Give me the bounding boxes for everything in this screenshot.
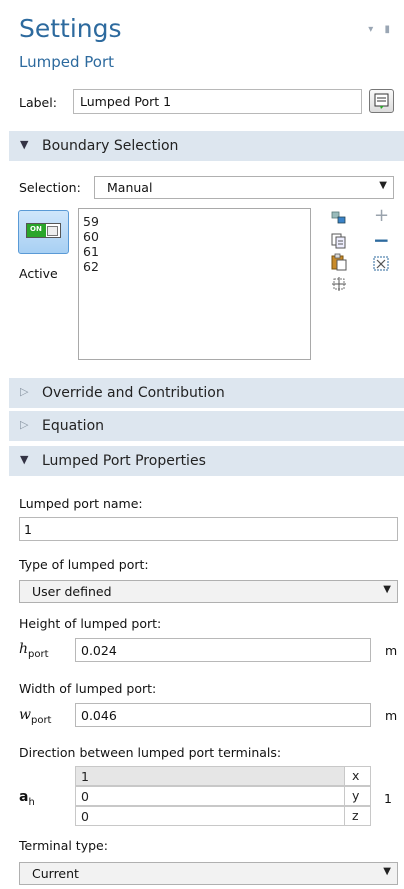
list-item[interactable]: 61: [83, 244, 99, 259]
clear-selection-icon[interactable]: [373, 256, 390, 272]
port-name-caption: Lumped port name:: [19, 496, 143, 511]
chevron-down-icon: ▼: [383, 584, 391, 595]
paste-selection-icon[interactable]: [331, 253, 347, 271]
active-toggle[interactable]: ON: [18, 210, 69, 254]
direction-z-axis: z: [344, 807, 370, 825]
width-input[interactable]: 0.046: [75, 703, 371, 727]
selection-dropdown-value: Manual: [107, 180, 153, 195]
height-caption: Height of lumped port:: [19, 616, 162, 631]
direction-y-value: 0: [81, 789, 89, 804]
list-item[interactable]: 59: [83, 214, 99, 229]
height-value: 0.024: [81, 643, 117, 658]
height-unit: m: [385, 643, 398, 658]
note-icon: [374, 93, 389, 109]
terminal-type-caption: Terminal type:: [19, 838, 108, 853]
direction-x-row[interactable]: 1 x: [75, 766, 371, 786]
section-boundary-selection[interactable]: ▼ Boundary Selection: [9, 131, 404, 161]
section-title: Equation: [42, 418, 105, 434]
height-symbol-sub: port: [28, 648, 49, 660]
active-label: Active: [19, 266, 58, 281]
zoom-to-selection-icon[interactable]: [331, 276, 347, 292]
settings-panel: ▾ ▮ Settings Lumped Port Label: Lumped P…: [0, 0, 404, 889]
direction-y-row[interactable]: 0 y: [75, 786, 371, 806]
width-value: 0.046: [81, 708, 117, 723]
terminal-type-value: Current: [32, 866, 79, 881]
width-symbol: wport: [19, 707, 51, 726]
toggle-on-text: ON: [30, 225, 42, 233]
remove-icon[interactable]: −: [373, 230, 390, 250]
chevron-down-icon: ▼: [379, 180, 387, 191]
add-icon[interactable]: +: [374, 207, 389, 225]
port-name-input[interactable]: 1: [19, 517, 398, 541]
page-subtitle: Lumped Port: [19, 53, 114, 71]
section-override-and-contribution[interactable]: ▷ Override and Contribution: [9, 378, 404, 408]
label-input-value: Lumped Port 1: [80, 94, 172, 109]
label-caption: Label:: [19, 95, 57, 110]
direction-x-value: 1: [81, 769, 89, 784]
width-symbol-letter: w: [19, 707, 31, 723]
list-item[interactable]: 62: [83, 259, 99, 274]
direction-x-axis: x: [344, 767, 370, 785]
direction-caption: Direction between lumped port terminals:: [19, 745, 282, 760]
expand-arrow-icon: ▼: [20, 453, 29, 466]
width-caption: Width of lumped port:: [19, 681, 157, 696]
section-lumped-port-properties[interactable]: ▼ Lumped Port Properties: [9, 446, 404, 476]
section-title: Boundary Selection: [42, 138, 179, 154]
port-type-value: User defined: [32, 584, 112, 599]
selection-caption: Selection:: [19, 180, 81, 195]
height-input[interactable]: 0.024: [75, 638, 371, 662]
direction-symbol-sub: h: [28, 796, 35, 808]
direction-y-axis: y: [344, 787, 370, 805]
width-symbol-sub: port: [30, 714, 52, 726]
section-equation[interactable]: ▷ Equation: [9, 411, 404, 441]
pin-icon[interactable]: ▾ ▮: [368, 24, 394, 35]
port-type-caption: Type of lumped port:: [19, 557, 149, 572]
expand-arrow-icon: ▼: [20, 138, 29, 151]
direction-z-row[interactable]: 0 z: [75, 806, 371, 826]
collapse-arrow-icon: ▷: [20, 418, 29, 431]
section-title: Lumped Port Properties: [42, 453, 206, 469]
width-unit: m: [385, 708, 398, 723]
height-symbol-letter: h: [19, 641, 29, 657]
direction-z-value: 0: [81, 809, 89, 824]
height-symbol: hport: [19, 641, 49, 660]
page-title: Settings: [19, 14, 122, 43]
build-label-button[interactable]: [369, 89, 394, 113]
section-title: Override and Contribution: [42, 385, 225, 401]
select-domains-icon[interactable]: [331, 210, 347, 226]
label-input[interactable]: Lumped Port 1: [73, 89, 362, 114]
direction-symbol: ah: [19, 789, 35, 808]
selection-dropdown[interactable]: Manual ▼: [94, 176, 394, 199]
copy-selection-icon[interactable]: [331, 233, 347, 249]
toggle-switch-icon: ON: [26, 223, 61, 238]
collapse-arrow-icon: ▷: [20, 385, 29, 398]
port-name-value: 1: [24, 522, 32, 537]
list-item[interactable]: 60: [83, 229, 99, 244]
terminal-type-dropdown[interactable]: Current ▼: [19, 862, 398, 885]
port-type-dropdown[interactable]: User defined ▼: [19, 580, 398, 603]
chevron-down-icon: ▼: [383, 866, 391, 877]
direction-unit: 1: [384, 791, 392, 806]
selection-list[interactable]: 59 60 61 62: [78, 208, 311, 360]
